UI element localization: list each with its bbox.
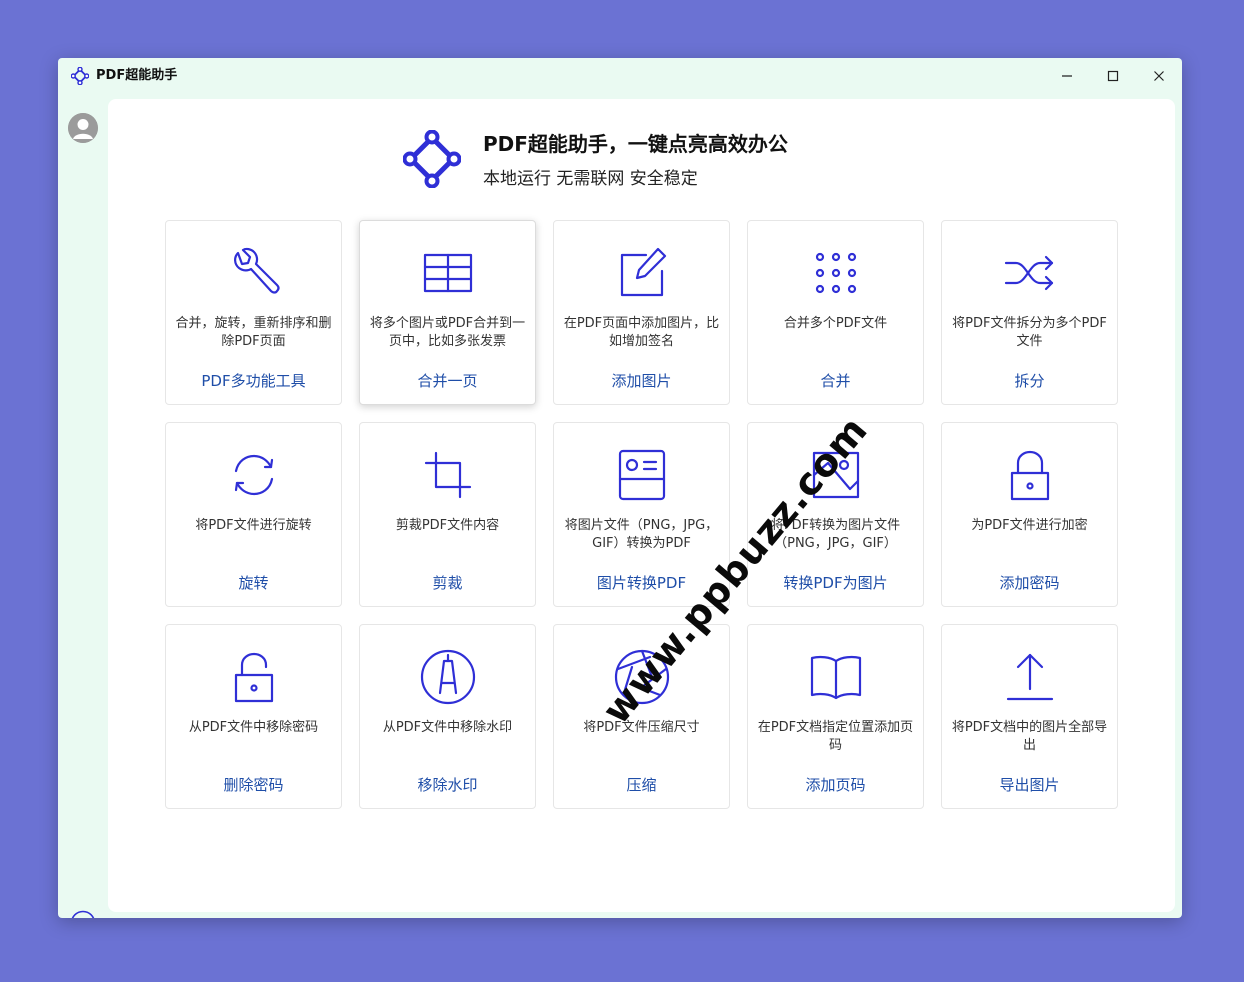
tool-card-dots-grid[interactable]: 合并多个PDF文件合并 <box>747 220 924 405</box>
tool-card-grid-table[interactable]: 将多个图片或PDF合并到一页中，比如多张发票合并一页 <box>359 220 536 405</box>
tool-label[interactable]: 合并 <box>748 371 923 391</box>
tool-card-shuffle[interactable]: 将PDF文件拆分为多个PDF文件拆分 <box>941 220 1118 405</box>
tool-description: 将PDF文件压缩尺寸 <box>583 720 700 735</box>
tool-card-pen-nib[interactable]: 从PDF文件中移除水印移除水印 <box>359 624 536 809</box>
window-title: PDF超能助手 <box>96 68 178 83</box>
upload-icon <box>1000 647 1060 707</box>
tool-card-edit-image[interactable]: 在PDF页面中添加图片，比如增加签名添加图片 <box>553 220 730 405</box>
tool-card-crop[interactable]: 剪裁PDF文件内容剪裁 <box>359 422 536 607</box>
tool-label[interactable]: 压缩 <box>554 775 729 795</box>
hero-subtitle: 本地运行 无需联网 安全稳定 <box>483 169 698 189</box>
tool-card-unlock[interactable]: 从PDF文件中移除密码删除密码 <box>165 624 342 809</box>
tool-description: 在PDF文档指定位置添加页码 <box>757 720 914 753</box>
tool-label[interactable]: 旋转 <box>166 573 341 593</box>
dots-grid-icon <box>806 243 866 303</box>
sidebar <box>58 98 108 918</box>
tool-label[interactable]: 剪裁 <box>360 573 535 593</box>
shuffle-icon <box>1000 243 1060 303</box>
maximize-icon <box>1107 70 1119 82</box>
tool-description: 从PDF文件中移除水印 <box>382 720 513 735</box>
maximize-button[interactable] <box>1098 64 1128 88</box>
close-icon <box>1154 71 1164 81</box>
tool-label[interactable]: 导出图片 <box>942 775 1117 795</box>
avatar[interactable] <box>68 113 98 143</box>
pen-nib-icon <box>418 647 478 707</box>
tool-description: 将多个图片或PDF合并到一页中，比如多张发票 <box>369 316 526 349</box>
minimize-icon <box>1062 75 1072 77</box>
tool-label[interactable]: 添加页码 <box>748 775 923 795</box>
tool-label[interactable]: 添加图片 <box>554 371 729 391</box>
hero-logo-icon <box>403 130 461 188</box>
lock-icon <box>1000 445 1060 505</box>
app-logo-icon <box>71 67 89 85</box>
user-icon <box>68 113 98 143</box>
book-icon <box>806 647 866 707</box>
tool-card-rotate[interactable]: 将PDF文件进行旋转旋转 <box>165 422 342 607</box>
tool-label[interactable]: 添加密码 <box>942 573 1117 593</box>
tool-label[interactable]: 移除水印 <box>360 775 535 795</box>
minimize-button[interactable] <box>1052 64 1082 88</box>
tool-card-book[interactable]: 在PDF文档指定位置添加页码添加页码 <box>747 624 924 809</box>
title-bar[interactable]: PDF超能助手 <box>58 58 1182 94</box>
edit-image-icon <box>612 243 672 303</box>
tool-description: 将PDF文件拆分为多个PDF文件 <box>952 316 1107 349</box>
tool-description: 剪裁PDF文件内容 <box>395 518 500 533</box>
app-window: PDF超能助手 PDF超能助手，一键点亮高效办公 本地运行 无需联网 安全稳定 … <box>58 58 1182 918</box>
tool-label[interactable]: 转换PDF为图片 <box>748 573 923 593</box>
tool-description: 在PDF页面中添加图片，比如增加签名 <box>563 316 720 349</box>
unlock-icon <box>224 647 284 707</box>
feedback-smile-icon[interactable] <box>70 910 96 918</box>
tool-card-upload[interactable]: 将PDF文档中的图片全部导出导出图片 <box>941 624 1118 809</box>
crop-icon <box>418 445 478 505</box>
wrench-icon <box>224 243 284 303</box>
hero-title: PDF超能助手，一键点亮高效办公 <box>483 132 788 156</box>
tool-grid: 合并，旋转，重新排序和删除PDF页面 PDF多功能工具 将多个图片或PDF合并到一页… <box>165 220 1118 809</box>
id-card-icon <box>612 445 672 505</box>
tool-description: 将图片文件（PNG，JPG，GIF）转换为PDF <box>564 518 719 551</box>
close-button[interactable] <box>1144 64 1174 88</box>
tool-label[interactable]: 删除密码 <box>166 775 341 795</box>
tool-description: 合并多个PDF文件 <box>783 316 888 331</box>
tool-description: 从PDF文件中移除密码 <box>188 720 319 735</box>
tool-description: 合并，旋转，重新排序和删除PDF页面 <box>175 316 332 349</box>
tool-card-wrench[interactable]: 合并，旋转，重新排序和删除PDF页面 PDF多功能工具 <box>165 220 342 405</box>
tool-label[interactable]: 合并一页 <box>360 371 535 391</box>
tool-label[interactable]: 拆分 <box>942 371 1117 391</box>
rotate-icon <box>224 445 284 505</box>
main-content: PDF超能助手，一键点亮高效办公 本地运行 无需联网 安全稳定 合并，旋转，重新… <box>108 99 1175 912</box>
tool-description: 将PDF文件进行旋转 <box>195 518 312 533</box>
tool-description: 将PDF文档中的图片全部导出 <box>951 720 1108 753</box>
tool-description: 为PDF文件进行加密 <box>971 518 1088 533</box>
grid-table-icon <box>418 243 478 303</box>
tool-label[interactable]: PDF多功能工具 <box>166 371 341 391</box>
tool-card-lock[interactable]: 为PDF文件进行加密添加密码 <box>941 422 1118 607</box>
